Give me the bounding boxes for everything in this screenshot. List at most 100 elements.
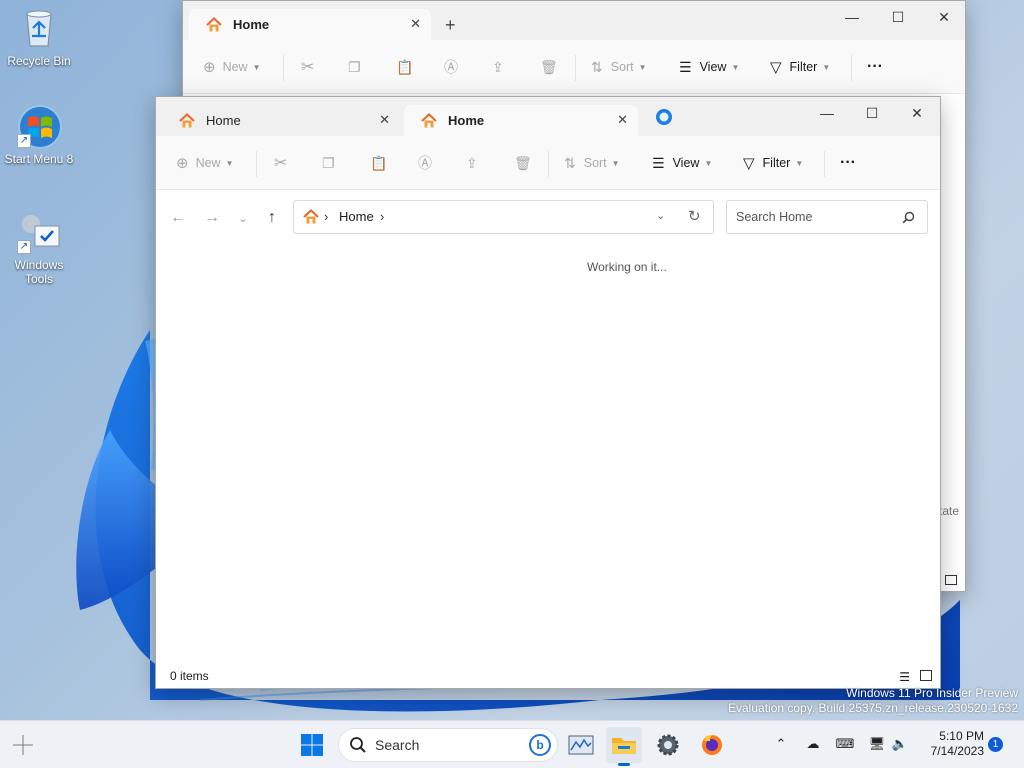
home-icon: [421, 112, 437, 127]
share-button[interactable]: ⇪: [492, 40, 504, 94]
cut-button[interactable]: ✂: [274, 136, 287, 190]
desktop-icon-windows-tools[interactable]: ↗ Windows Tools: [1, 210, 77, 286]
maximize-button[interactable]: ☐: [849, 97, 895, 129]
windows-tools-icon: ↗: [17, 210, 61, 254]
chevron-down-icon: ▼: [731, 62, 740, 72]
paste-button[interactable]: 📋: [396, 40, 413, 94]
add-icon: ⊕: [176, 155, 189, 172]
watermark-line: Windows 11 Pro Insider Preview: [846, 686, 1018, 700]
search-label: Search: [375, 737, 420, 753]
widgets-button[interactable]: [4, 727, 42, 763]
rename-button[interactable]: Ⓐ: [444, 40, 458, 94]
new-tab-button[interactable]: +: [445, 15, 456, 36]
view-button[interactable]: ☰ View ▼: [679, 40, 739, 94]
delete-button[interactable]: 🗑: [540, 40, 558, 94]
close-tab-icon[interactable]: ✕: [410, 16, 421, 32]
sort-button[interactable]: ⇅ Sort ▼: [564, 136, 620, 190]
tab-home[interactable]: Home ✕: [189, 9, 431, 40]
widgets-icon: [13, 735, 33, 755]
home-icon: [303, 208, 319, 224]
copy-button[interactable]: ❐: [322, 136, 335, 190]
minimize-button[interactable]: —: [804, 97, 850, 129]
sort-label: Sort: [583, 156, 607, 170]
paste-button[interactable]: 📋: [370, 136, 387, 190]
search-input[interactable]: Search Home: [726, 200, 928, 234]
breadcrumb-separator[interactable]: ›: [324, 209, 328, 224]
add-icon: ⊕: [203, 59, 216, 76]
close-window-button[interactable]: ✕: [921, 1, 967, 33]
view-button[interactable]: ☰ View ▼: [652, 136, 712, 190]
tab-label: Home: [206, 113, 241, 128]
search-placeholder: Search Home: [736, 210, 813, 224]
home-icon: [179, 112, 195, 127]
desktop-icon-label: Windows Tools: [14, 258, 64, 286]
file-explorer-taskbar-button[interactable]: [606, 727, 642, 766]
new-button[interactable]: ⊕ New ▼: [203, 40, 261, 94]
new-button[interactable]: ⊕ New ▼: [176, 136, 234, 190]
tiles-view-icon[interactable]: [945, 575, 957, 585]
details-view-icon[interactable]: ☰: [899, 670, 910, 684]
sort-icon: ⇅: [564, 154, 576, 171]
breadcrumb-separator[interactable]: ›: [380, 209, 384, 224]
partial-text: tate: [939, 504, 960, 518]
tab-home-active[interactable]: Home ✕: [404, 105, 638, 136]
filter-button[interactable]: ▽ Filter ▼: [743, 136, 803, 190]
tiles-view-icon[interactable]: [920, 670, 932, 681]
address-bar[interactable]: › Home › ⌄ ↻: [293, 200, 714, 234]
desktop-icon-recycle-bin[interactable]: Recycle Bin: [1, 6, 77, 68]
chevron-down-icon: ▼: [704, 158, 713, 168]
copy-button[interactable]: ❐: [348, 40, 361, 94]
minimize-button[interactable]: —: [829, 1, 875, 33]
title-bar[interactable]: Home ✕ Home ✕ — ☐ ✕: [156, 97, 940, 136]
windows-logo-icon: [301, 734, 323, 756]
taskbar-search[interactable]: Search b: [338, 728, 558, 762]
rename-button[interactable]: Ⓐ: [418, 136, 432, 190]
new-label: New: [195, 156, 221, 170]
more-options-button[interactable]: ···: [867, 40, 883, 94]
home-icon: [206, 16, 222, 31]
title-bar[interactable]: Home ✕ + — ☐ ✕: [183, 1, 965, 40]
cut-button[interactable]: ✂: [301, 40, 314, 94]
sort-button[interactable]: ⇅ Sort ▼: [591, 40, 647, 94]
loading-text: Working on it...: [587, 260, 667, 274]
firefox-button[interactable]: [694, 727, 730, 763]
filter-button[interactable]: ▽ Filter ▼: [770, 40, 830, 94]
back-button[interactable]: ←: [164, 204, 192, 232]
network-icon[interactable]: 🖥: [866, 733, 888, 755]
file-list-area[interactable]: Working on it... 0 items ☰: [156, 244, 940, 688]
desktop-icon-start-menu[interactable]: ↗ Start Menu 8: [1, 104, 77, 166]
refresh-icon[interactable]: ↻: [688, 207, 701, 225]
maximize-button[interactable]: ☐: [875, 1, 921, 33]
more-options-button[interactable]: ···: [840, 136, 856, 190]
task-manager-button[interactable]: [563, 727, 599, 763]
shortcut-arrow-icon: ↗: [17, 134, 31, 148]
close-tab-icon[interactable]: ✕: [379, 112, 390, 128]
bing-chat-icon[interactable]: b: [529, 734, 551, 756]
close-tab-icon[interactable]: ✕: [617, 112, 628, 128]
watermark-line: Evaluation copy. Build 25375.zn_release.…: [728, 701, 1018, 715]
keyboard-icon[interactable]: ⌨: [834, 733, 856, 755]
tab-label: Home: [233, 17, 270, 32]
filter-icon: ▽: [770, 59, 782, 76]
tab-home-inactive[interactable]: Home ✕: [162, 105, 400, 136]
forward-button[interactable]: →: [198, 204, 226, 232]
breadcrumb-home[interactable]: Home: [339, 209, 374, 224]
onedrive-icon[interactable]: ☁: [802, 733, 824, 755]
clock[interactable]: 5:10 PM 7/14/2023: [918, 729, 984, 759]
file-explorer-window-front[interactable]: Home ✕ Home ✕ — ☐ ✕ ⊕ New ▼ ✂ ❐ 📋 Ⓐ ⇪ 🗑 ⇅…: [155, 96, 941, 689]
notification-badge[interactable]: 1: [988, 737, 1003, 752]
close-window-button[interactable]: ✕: [894, 97, 940, 129]
address-dropdown-icon[interactable]: ⌄: [656, 209, 665, 222]
settings-button[interactable]: [650, 727, 686, 763]
loading-spinner-icon: [654, 107, 674, 127]
recent-locations-button[interactable]: ⌄: [229, 204, 257, 232]
delete-button[interactable]: 🗑: [514, 136, 532, 190]
chevron-down-icon: ▼: [822, 62, 831, 72]
up-button[interactable]: ↑: [258, 204, 286, 232]
volume-icon[interactable]: 🔈: [889, 733, 911, 755]
start-button[interactable]: [294, 727, 330, 763]
chevron-down-icon: ▼: [638, 62, 647, 72]
show-hidden-icons-button[interactable]: ⌃: [770, 733, 792, 755]
search-icon: [350, 737, 366, 753]
share-button[interactable]: ⇪: [466, 136, 478, 190]
